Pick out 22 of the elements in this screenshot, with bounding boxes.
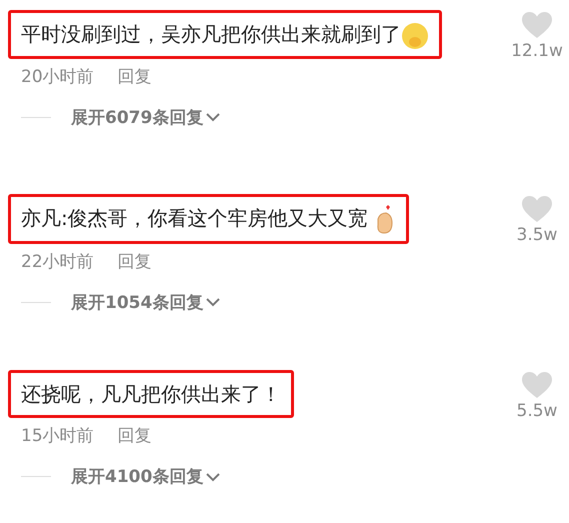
timestamp: 22小时前 (21, 250, 94, 273)
like-count: 5.5w (516, 401, 558, 421)
expand-replies-button[interactable]: 展开4100条回复 (21, 465, 222, 488)
like-count: 3.5w (516, 225, 558, 245)
chevron-down-icon (205, 112, 222, 122)
like-count: 12.1w (511, 41, 563, 61)
heart-icon[interactable] (522, 196, 552, 223)
emoji-icon (401, 22, 429, 50)
heart-icon[interactable] (522, 12, 552, 39)
reply-link[interactable]: 回复 (118, 64, 152, 88)
comment-text: 平时没刷到过，吴亦凡把你供出来就刷到了 (21, 22, 401, 46)
reply-link[interactable]: 回复 (118, 424, 152, 447)
heart-icon[interactable] (522, 372, 552, 399)
comment-text: 亦凡:俊杰哥，你看这个牢房他又大又宽 (21, 206, 368, 230)
chevron-down-icon (205, 472, 222, 482)
comment-text: 还挠呢，凡凡把你供出来了！ (21, 382, 281, 406)
expand-replies-button[interactable]: 展开1054条回复 (21, 290, 222, 314)
chevron-down-icon (205, 297, 222, 308)
reply-link[interactable]: 回复 (118, 250, 152, 273)
timestamp: 20小时前 (21, 66, 94, 88)
expand-replies-button[interactable]: 展开6079条回复 (21, 106, 222, 129)
timestamp: 15小时前 (21, 425, 94, 447)
